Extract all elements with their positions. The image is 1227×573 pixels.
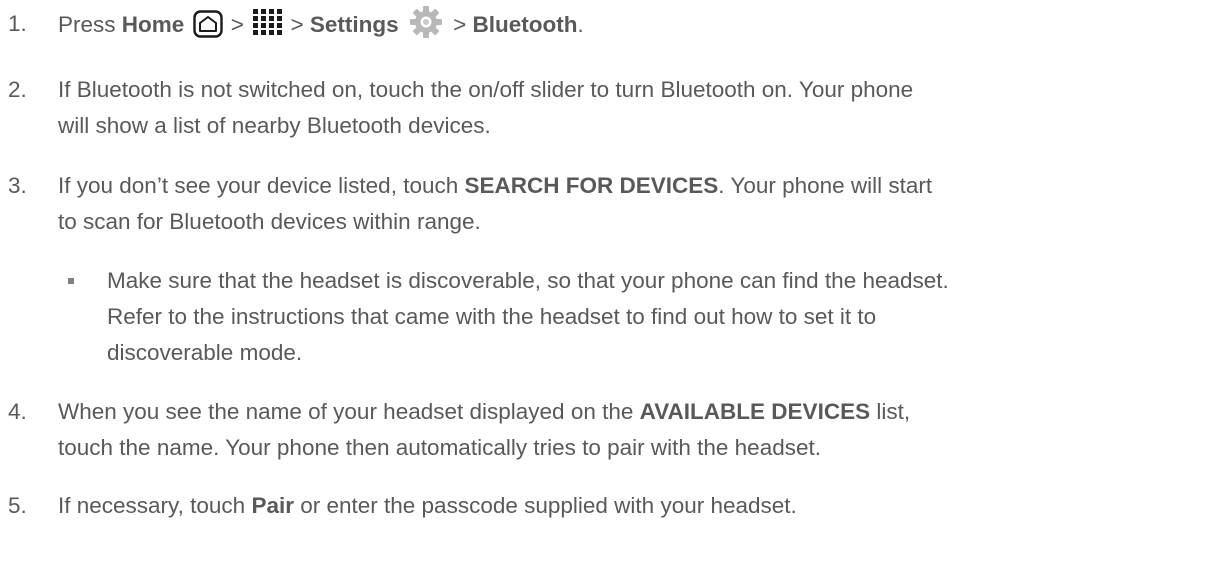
pair-label: Pair xyxy=(251,493,294,518)
separator: > xyxy=(446,11,473,37)
step-text: Press Home > > Settings > Bluetooth. xyxy=(58,6,1218,43)
step-number: 1. xyxy=(8,11,27,36)
step-line: If Bluetooth is not switched on, touch t… xyxy=(58,77,914,102)
separator: > xyxy=(224,11,251,37)
available-devices-label: AVAILABLE DEVICES xyxy=(639,399,871,424)
step-line: to scan for Bluetooth devices within ran… xyxy=(58,209,481,234)
step-number: 5. xyxy=(8,493,27,518)
step-text-part: If necessary, touch xyxy=(58,493,252,518)
settings-gear-icon xyxy=(409,6,442,38)
search-for-devices-label: SEARCH FOR DEVICES xyxy=(464,173,719,198)
step-text-part: When you see the name of your headset di… xyxy=(58,399,640,424)
step-text-part: . Your phone will start xyxy=(718,173,933,198)
bullet-marker xyxy=(68,278,74,284)
step-line: When you see the name of your headset di… xyxy=(58,397,1218,427)
step-line: will show a list of nearby Bluetooth dev… xyxy=(58,113,491,138)
step-line: touch the name. Your phone then automati… xyxy=(58,435,821,460)
bullet-line: discoverable mode. xyxy=(107,340,303,365)
step-line: If you don’t see your device listed, tou… xyxy=(58,171,1218,201)
settings-label: Settings xyxy=(309,11,399,37)
apps-grid-icon xyxy=(253,9,283,35)
bullet-line: Make sure that the headset is discoverab… xyxy=(107,268,949,293)
step-text-part: or enter the passcode supplied with your… xyxy=(293,493,797,518)
separator: > xyxy=(284,11,310,37)
step-number: 2. xyxy=(8,77,27,102)
step-text: If Bluetooth is not switched on, touch t… xyxy=(58,75,1218,141)
step-number: 4. xyxy=(8,399,27,424)
step-text: When you see the name of your headset di… xyxy=(58,397,1218,463)
home-label: Home xyxy=(121,11,185,37)
instruction-document: 1. Press Home > > Settings > Bluetooth. … xyxy=(0,0,1227,573)
bluetooth-label: Bluetooth xyxy=(472,11,578,37)
step-text-press: Press xyxy=(58,11,122,37)
step-text-part: list, xyxy=(870,399,911,424)
home-button-icon xyxy=(192,10,223,38)
step-text: If you don’t see your device listed, tou… xyxy=(58,171,1218,237)
step-text-part: If you don’t see your device listed, tou… xyxy=(58,173,465,198)
step-text: If necessary, touch Pair or enter the pa… xyxy=(58,491,1218,521)
bullet-text: Make sure that the headset is discoverab… xyxy=(107,266,1220,368)
bullet-line: Refer to the instructions that came with… xyxy=(107,304,877,329)
step-number: 3. xyxy=(8,173,27,198)
step-line: If necessary, touch Pair or enter the pa… xyxy=(58,491,1218,521)
period: . xyxy=(577,11,584,37)
